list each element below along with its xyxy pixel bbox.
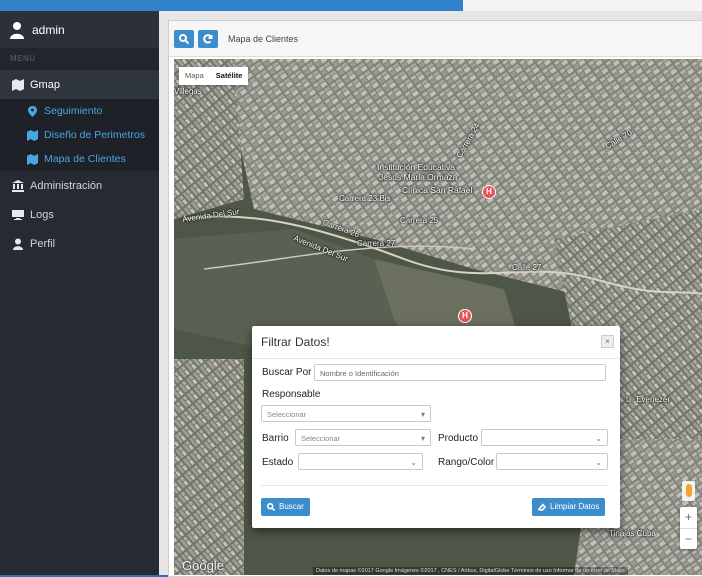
sidebar-item-label: Administración <box>30 179 103 192</box>
refresh-icon <box>203 33 213 44</box>
producto-select[interactable]: ⌄ <box>481 429 608 446</box>
barrio-label: Barrio <box>262 433 289 444</box>
modal-header: Filtrar Datos! <box>252 326 620 359</box>
sidebar-item-mapa-clientes[interactable]: Mapa de Clientes <box>0 147 159 171</box>
map-icon <box>12 78 24 91</box>
hospital-marker-icon[interactable]: H <box>482 185 496 199</box>
zoom-out-button[interactable]: − <box>680 529 697 550</box>
close-button[interactable]: × <box>601 335 614 348</box>
limpiar-datos-button[interactable]: Limpiar Datos <box>532 498 606 516</box>
search-icon <box>179 33 189 44</box>
buscar-button[interactable]: Buscar <box>261 498 310 516</box>
sidebar-item-gmap[interactable]: Gmap <box>0 70 159 99</box>
sidebar: admin MENU Gmap Seguimiento Diseño de Pe… <box>0 11 159 575</box>
user-panel[interactable]: admin <box>0 11 159 48</box>
chevron-down-icon: ▾ <box>420 434 425 443</box>
map-label: Calle 27 <box>512 263 542 272</box>
filter-modal: Filtrar Datos! × Buscar Por Nombre o Ide… <box>252 326 620 528</box>
panel-header: Mapa de Clientes <box>169 21 702 57</box>
map-label: Tinajas Cuba <box>609 529 656 538</box>
buscar-por-input[interactable]: Nombre o Identificación <box>314 364 606 381</box>
search-button[interactable] <box>174 29 194 48</box>
map-label: til. Evenezer <box>626 395 671 404</box>
estado-label: Estado <box>262 457 294 468</box>
chevron-down-icon: ⌄ <box>410 458 417 467</box>
modal-divider <box>261 485 607 486</box>
user-icon <box>13 238 23 250</box>
user-icon <box>10 21 24 39</box>
rango-color-select[interactable]: ⌄ <box>496 453 608 470</box>
map-label: Clínica San Rafael <box>402 185 473 195</box>
buscar-por-label: Buscar Por <box>262 367 312 378</box>
barrio-select[interactable]: Seleccionar ▾ <box>295 429 431 446</box>
chevron-down-icon: ⌄ <box>595 434 602 443</box>
google-logo: Google <box>182 558 224 573</box>
sidebar-item-label: Mapa de Clientes <box>44 153 126 165</box>
gmap-submenu: Seguimiento Diseño de Perimetros Mapa de… <box>0 99 159 171</box>
sidebar-item-administracion[interactable]: Administración <box>0 171 159 200</box>
user-name: admin <box>32 22 65 37</box>
sidebar-item-label: Gmap <box>30 78 60 91</box>
monitor-icon <box>12 209 24 220</box>
top-navbar <box>463 0 702 11</box>
responsable-select[interactable]: Seleccionar ▾ <box>261 405 431 422</box>
page-title: Mapa de Clientes <box>228 33 299 44</box>
producto-label: Producto <box>438 433 479 444</box>
responsable-value: Seleccionar <box>267 410 307 419</box>
street-view-pegman-icon[interactable] <box>682 481 695 501</box>
sidebar-item-logs[interactable]: Logs <box>0 200 159 229</box>
barrio-value: Seleccionar <box>301 434 341 443</box>
map-label: Carrera 23 Bis <box>339 194 391 203</box>
map-icon <box>27 153 38 165</box>
rango-color-label: Rango/Color <box>438 457 495 468</box>
modal-title: Filtrar Datos! <box>261 335 330 349</box>
sidebar-item-perfil[interactable]: Perfil <box>0 229 159 258</box>
limpiar-button-label: Limpiar Datos <box>550 502 600 511</box>
sidebar-item-label: Logs <box>30 208 54 221</box>
sidebar-item-diseno-perimetros[interactable]: Diseño de Perimetros <box>0 123 159 147</box>
map-label: Carrera 25 <box>400 216 439 225</box>
menu-header: MENU <box>0 48 159 70</box>
pegman-figure <box>685 484 692 497</box>
map-label: Villegas <box>174 87 202 96</box>
chevron-down-icon: ▾ <box>420 410 425 419</box>
map-icon <box>27 129 38 141</box>
map-label: Jesus Maria Ormaza <box>379 172 458 182</box>
sidebar-item-seguimiento[interactable]: Seguimiento <box>0 99 159 123</box>
buscar-button-label: Buscar <box>279 502 304 511</box>
zoom-in-button[interactable]: + <box>680 507 697 529</box>
map-label: Carrera 27 <box>357 239 396 248</box>
map-label: Institución Educativa <box>377 162 455 172</box>
estado-select[interactable]: ⌄ <box>298 453 423 470</box>
hospital-marker-icon[interactable]: H <box>458 309 472 323</box>
bank-icon <box>12 179 24 192</box>
map-attribution[interactable]: Datos de mapas ©2017 Google Imágenes ©20… <box>313 567 628 575</box>
map-type-satellite-button[interactable]: Satélite <box>210 67 249 85</box>
chevron-down-icon: ⌄ <box>595 458 602 467</box>
sidebar-item-label: Perfil <box>30 237 56 250</box>
map-marker-icon <box>27 105 38 117</box>
responsable-label: Responsable <box>262 389 321 400</box>
refresh-button[interactable] <box>198 29 218 48</box>
map-type-control: Mapa Satélite <box>179 67 249 85</box>
zoom-control: + − <box>680 507 697 549</box>
sidebar-item-label: Diseño de Perimetros <box>44 129 145 141</box>
map-type-map-button[interactable]: Mapa <box>179 67 210 85</box>
eraser-icon <box>538 503 546 511</box>
sidebar-item-label: Seguimiento <box>44 105 103 117</box>
top-brand-bar <box>0 0 463 11</box>
search-icon <box>267 503 275 511</box>
